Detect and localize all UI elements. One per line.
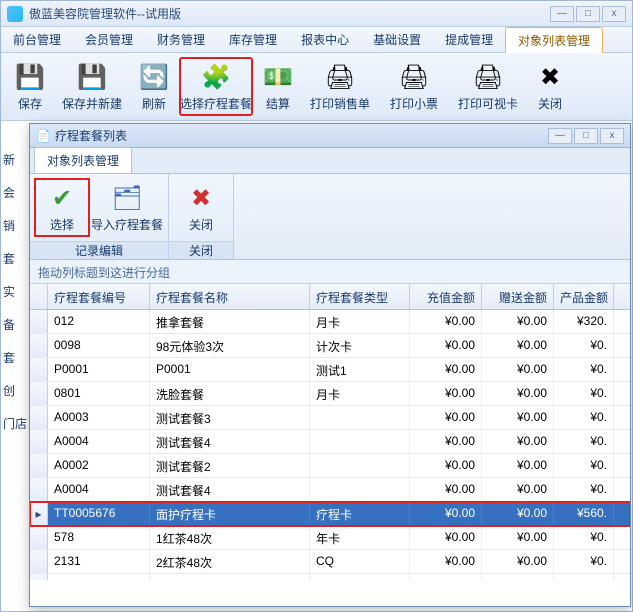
close-button-icon: ✖ [534, 61, 566, 93]
print-receipt-button-icon: 🖨 [398, 61, 430, 93]
grid-header: 疗程套餐编号疗程套餐名称疗程套餐类型充值金额赠送金额产品金额 [30, 284, 630, 310]
select-button-icon: ✔ [46, 182, 78, 214]
import-package-button[interactable]: 🗂导入疗程套餐 [90, 178, 164, 237]
print-card-button-icon: 🖨 [472, 61, 504, 93]
import-package-button-icon: 🗂 [111, 182, 143, 214]
table-row[interactable]: 345洗衣48次膜卡¥0.00¥0.00¥0. [30, 574, 630, 580]
refresh-button-icon: 🔄 [138, 61, 170, 93]
child-titlebar: 📄 疗程套餐列表 — □ x [30, 124, 630, 148]
table-row[interactable]: P0001P0001测试1¥0.00¥0.00¥0. [30, 358, 630, 382]
main-titlebar: 傲蓝美容院管理软件--试用版 — □ x [1, 1, 632, 27]
table-row[interactable]: 21312红茶48次CQ¥0.00¥0.00¥0. [30, 550, 630, 574]
col-header-4[interactable]: 赠送金额 [482, 284, 554, 309]
table-row[interactable]: A0002测试套餐2¥0.00¥0.00¥0. [30, 454, 630, 478]
print-card-button[interactable]: 🖨打印可视卡 [451, 57, 525, 116]
col-header-1[interactable]: 疗程套餐名称 [150, 284, 310, 309]
menu-6[interactable]: 提成管理 [433, 27, 505, 53]
child-ribbon: ✔选择🗂导入疗程套餐记录编辑✖关闭关闭 [30, 174, 630, 260]
menu-0[interactable]: 前台管理 [1, 27, 73, 53]
tab-object-list[interactable]: 对象列表管理 [34, 147, 132, 173]
child-tabstrip: 对象列表管理 [30, 148, 630, 174]
close-ribbon-button-icon: ✖ [185, 182, 217, 214]
col-header-5[interactable]: 产品金额 [554, 284, 614, 309]
col-header-2[interactable]: 疗程套餐类型 [310, 284, 410, 309]
close-window-button[interactable]: x [602, 6, 626, 22]
close-ribbon-button[interactable]: ✖关闭 [173, 178, 229, 237]
close-button[interactable]: ✖关闭 [525, 57, 575, 116]
table-row[interactable]: 012推拿套餐月卡¥0.00¥0.00¥320. [30, 310, 630, 334]
menu-7[interactable]: 对象列表管理 [505, 27, 603, 53]
child-minimize-button[interactable]: — [548, 128, 572, 144]
refresh-button[interactable]: 🔄刷新 [129, 57, 179, 116]
main-title: 傲蓝美容院管理软件--试用版 [29, 5, 550, 22]
settle-button[interactable]: 💵结算 [253, 57, 303, 116]
package-list-window: 📄 疗程套餐列表 — □ x 对象列表管理 ✔选择🗂导入疗程套餐记录编辑✖关闭关… [29, 123, 631, 607]
child-close-button[interactable]: x [600, 128, 624, 144]
main-menubar: 前台管理会员管理财务管理库存管理报表中心基础设置提成管理对象列表管理 [1, 27, 632, 53]
maximize-button[interactable]: □ [576, 6, 600, 22]
save-button[interactable]: 💾保存 [5, 57, 55, 116]
table-row[interactable]: A0003测试套餐3¥0.00¥0.00¥0. [30, 406, 630, 430]
settle-button-icon: 💵 [262, 61, 294, 93]
table-row[interactable]: 0801洗脸套餐月卡¥0.00¥0.00¥0. [30, 382, 630, 406]
table-row[interactable]: 5781红茶48次年卡¥0.00¥0.00¥0. [30, 526, 630, 550]
package-grid: 疗程套餐编号疗程套餐名称疗程套餐类型充值金额赠送金额产品金额 012推拿套餐月卡… [30, 284, 630, 580]
print-sales-button[interactable]: 🖨打印销售单 [303, 57, 377, 116]
side-labels: 新会销套实备套创门店 [3, 151, 27, 432]
col-header-0[interactable]: 疗程套餐编号 [48, 284, 150, 309]
print-sales-button-icon: 🖨 [324, 61, 356, 93]
table-row[interactable]: ▸TT0005676面护疗程卡疗程卡¥0.00¥0.00¥560. [30, 502, 630, 526]
select-button[interactable]: ✔选择 [34, 178, 90, 237]
doc-icon: 📄 [36, 129, 51, 143]
menu-4[interactable]: 报表中心 [289, 27, 361, 53]
minimize-button[interactable]: — [550, 6, 574, 22]
select-package-button[interactable]: 🧩选择疗程套餐 [179, 57, 253, 116]
group-panel[interactable]: 拖动列标题到这进行分组 [30, 260, 630, 284]
menu-1[interactable]: 会员管理 [73, 27, 145, 53]
child-title: 疗程套餐列表 [55, 127, 548, 144]
save-button-icon: 💾 [14, 61, 46, 93]
table-row[interactable]: A0004测试套餐4¥0.00¥0.00¥0. [30, 430, 630, 454]
child-maximize-button[interactable]: □ [574, 128, 598, 144]
table-row[interactable]: 009898元体验3次计次卡¥0.00¥0.00¥0. [30, 334, 630, 358]
grid-body[interactable]: 012推拿套餐月卡¥0.00¥0.00¥320.009898元体验3次计次卡¥0… [30, 310, 630, 580]
table-row[interactable]: A0004测试套餐4¥0.00¥0.00¥0. [30, 478, 630, 502]
col-header-3[interactable]: 充值金额 [410, 284, 482, 309]
print-receipt-button[interactable]: 🖨打印小票 [377, 57, 451, 116]
main-toolbar: 💾保存💾保存并新建🔄刷新🧩选择疗程套餐💵结算🖨打印销售单🖨打印小票🖨打印可视卡✖… [1, 53, 632, 121]
menu-3[interactable]: 库存管理 [217, 27, 289, 53]
select-package-button-icon: 🧩 [200, 61, 232, 93]
save-new-button-icon: 💾 [76, 61, 108, 93]
menu-5[interactable]: 基础设置 [361, 27, 433, 53]
menu-2[interactable]: 财务管理 [145, 27, 217, 53]
app-logo-icon [7, 6, 23, 22]
save-new-button[interactable]: 💾保存并新建 [55, 57, 129, 116]
main-window: 傲蓝美容院管理软件--试用版 — □ x 前台管理会员管理财务管理库存管理报表中… [0, 0, 633, 612]
